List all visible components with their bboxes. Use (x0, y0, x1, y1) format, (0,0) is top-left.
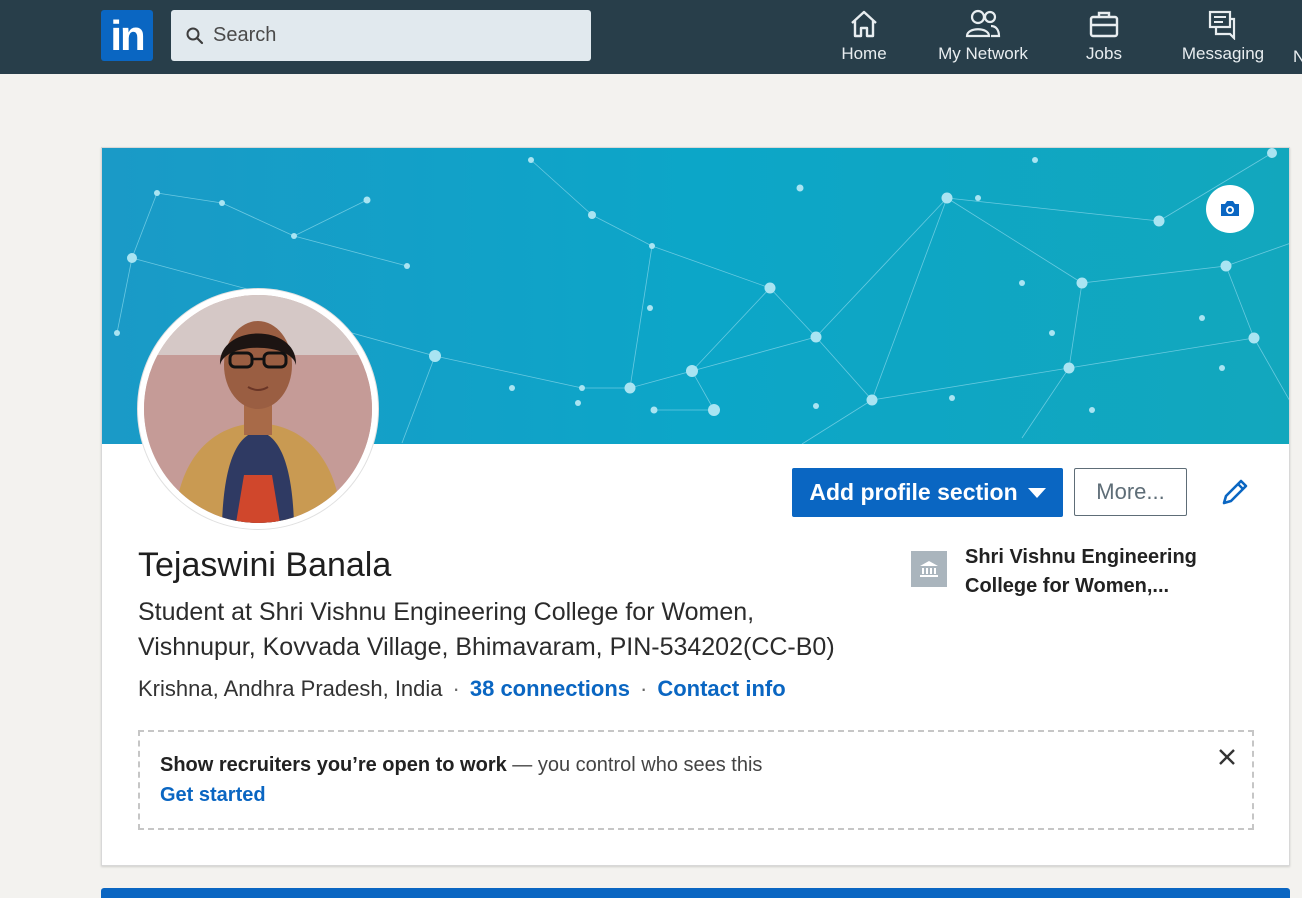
profile-photo-image (144, 295, 372, 523)
separator-dot: · (640, 676, 648, 701)
get-started-link[interactable]: Get started (160, 784, 266, 807)
nav-messaging[interactable]: Messaging (1176, 8, 1270, 70)
open-to-work-title: Show recruiters you’re open to work (160, 754, 507, 776)
camera-icon (1221, 201, 1239, 216)
home-icon (851, 10, 877, 38)
search-input[interactable]: Search (171, 10, 591, 61)
connections-link[interactable]: 38 connections (470, 676, 630, 701)
people-icon (965, 9, 1001, 38)
next-section-card (101, 888, 1290, 898)
profile-meta: Krishna, Andhra Pradesh, India · 38 connec… (138, 676, 786, 702)
messaging-icon (1208, 10, 1236, 40)
caret-down-icon (1027, 487, 1046, 498)
profile-name: Tejaswini Banala (138, 546, 392, 584)
profile-photo[interactable] (138, 289, 378, 529)
pencil-icon[interactable] (1218, 475, 1252, 509)
open-to-work-prompt: Show recruiters you’re open to work — yo… (138, 730, 1254, 830)
nav-my-network[interactable]: My Network (930, 8, 1036, 70)
edit-banner-button[interactable] (1206, 185, 1254, 233)
contact-info-link[interactable]: Contact info (657, 676, 785, 701)
nav-jobs-label: Jobs (1086, 44, 1122, 63)
search-placeholder: Search (213, 24, 277, 46)
top-nav: in Search Home My Network Jobs Messaging… (0, 0, 1302, 74)
linkedin-logo[interactable]: in (101, 10, 153, 61)
nav-jobs[interactable]: Jobs (1077, 8, 1131, 70)
school-logo-icon (911, 551, 947, 587)
close-icon[interactable] (1218, 748, 1236, 766)
profile-card: Add profile section More... Tejaswini Ba… (101, 147, 1290, 866)
nav-overflow-label[interactable]: N (1293, 47, 1302, 67)
search-icon (186, 27, 204, 44)
nav-my-network-label: My Network (938, 44, 1028, 63)
profile-location: Krishna, Andhra Pradesh, India (138, 676, 443, 701)
nav-home[interactable]: Home (834, 8, 894, 70)
profile-headline: Student at Shri Vishnu Engineering Colle… (138, 598, 835, 661)
add-profile-section-label: Add profile section (809, 479, 1018, 505)
briefcase-icon (1089, 11, 1119, 38)
add-profile-section-button[interactable]: Add profile section (792, 468, 1063, 517)
open-to-work-text: Show recruiters you’re open to work — yo… (160, 754, 762, 777)
nav-messaging-label: Messaging (1181, 44, 1265, 63)
separator-dot: · (452, 676, 460, 701)
more-button[interactable]: More... (1074, 468, 1187, 516)
open-to-work-subtitle: — you control who sees this (506, 754, 763, 776)
nav-home-label: Home (841, 44, 887, 63)
school-name: Shri Vishnu Engineering College for Wome… (965, 546, 1197, 597)
